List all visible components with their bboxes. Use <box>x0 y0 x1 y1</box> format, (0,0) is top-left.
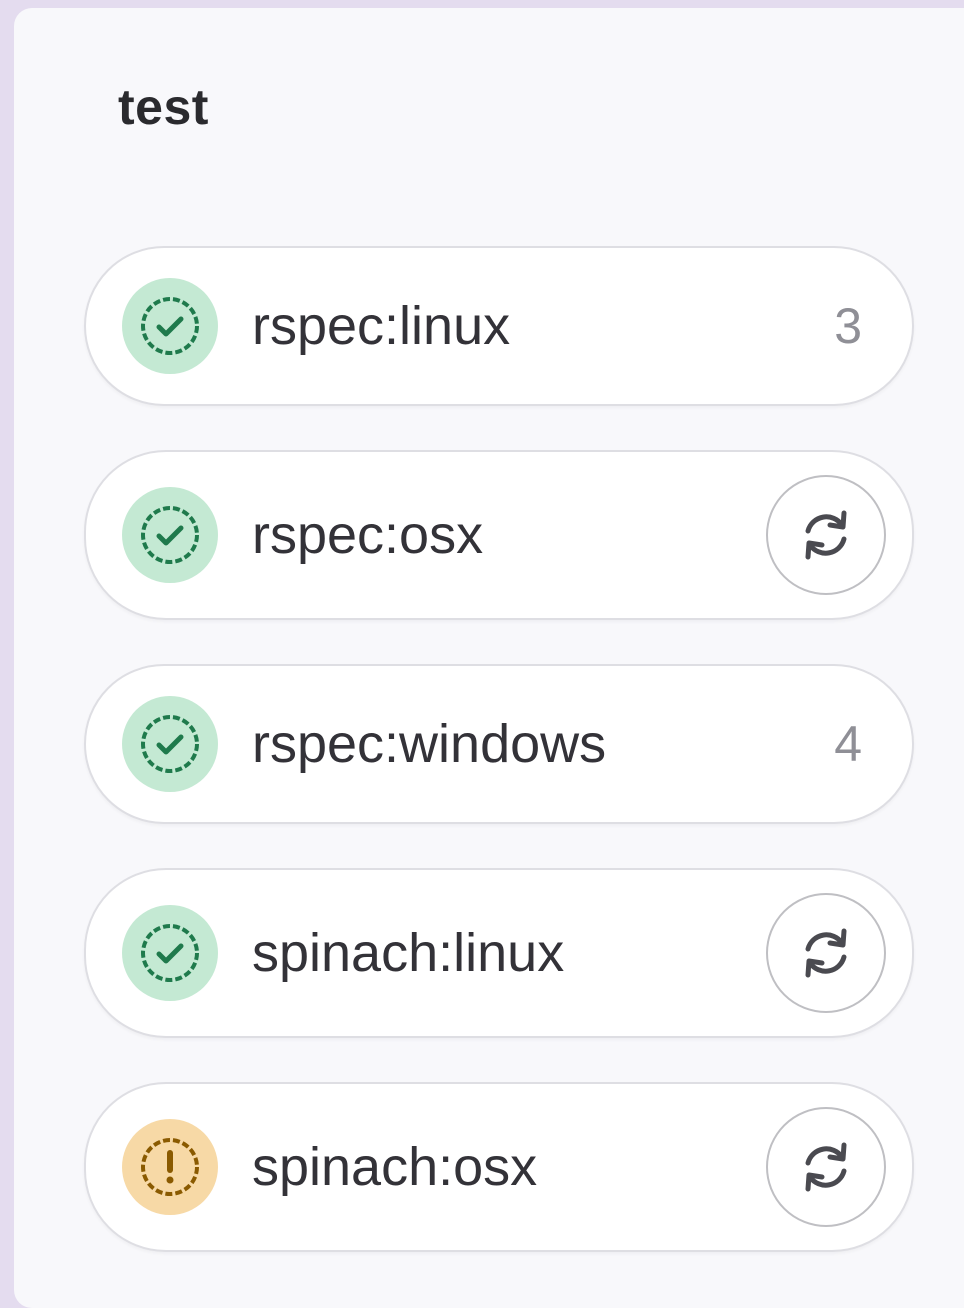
status-success-icon <box>122 487 218 583</box>
retry-button[interactable] <box>766 893 886 1013</box>
retry-button[interactable] <box>766 475 886 595</box>
job-item[interactable]: spinach:linux <box>84 868 914 1038</box>
retry-icon <box>805 1142 847 1192</box>
job-item[interactable]: rspec:windows 4 <box>84 664 914 824</box>
status-success-icon <box>122 278 218 374</box>
job-list: rspec:linux 3 rspec:osx rspec:windows 4 … <box>84 246 914 1296</box>
job-name: spinach:linux <box>252 923 565 983</box>
job-item[interactable]: spinach:osx <box>84 1082 914 1252</box>
job-item[interactable]: rspec:osx <box>84 450 914 620</box>
retry-button[interactable] <box>766 1107 886 1227</box>
status-warning-icon <box>122 1119 218 1215</box>
job-name: spinach:osx <box>252 1137 538 1197</box>
stage-title: test <box>118 79 209 135</box>
retry-icon <box>805 928 847 978</box>
job-name: rspec:linux <box>252 296 511 356</box>
status-success-icon <box>122 905 218 1001</box>
status-success-icon <box>122 696 218 792</box>
job-name: rspec:windows <box>252 714 607 774</box>
retry-icon <box>805 510 847 560</box>
job-name: rspec:osx <box>252 505 484 565</box>
job-item[interactable]: rspec:linux 3 <box>84 246 914 406</box>
pipeline-stage-column: test rspec:linux 3 rspec:osx rspec:windo… <box>14 8 964 1308</box>
job-count: 3 <box>834 298 862 354</box>
job-count: 4 <box>834 716 862 772</box>
